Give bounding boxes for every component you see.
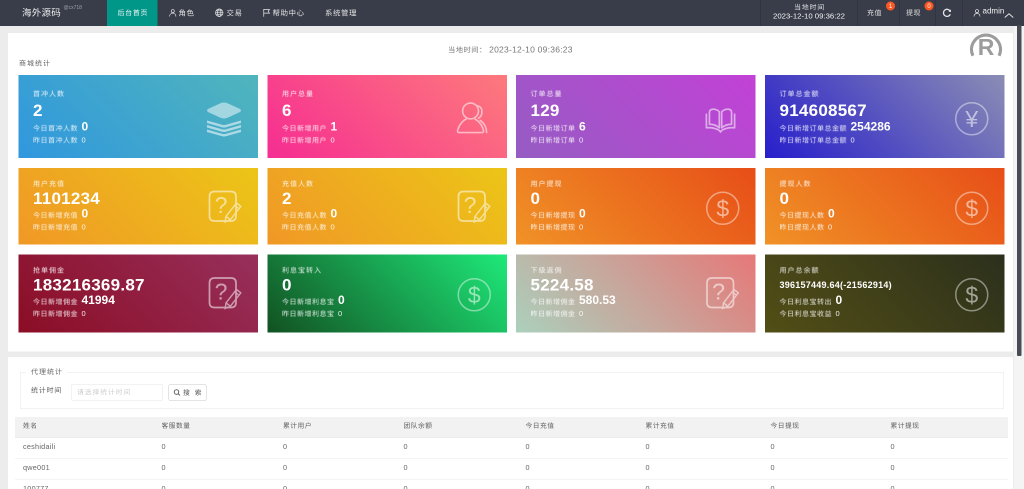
svg-text:?: ? xyxy=(215,192,228,218)
svg-text:?: ? xyxy=(712,279,725,305)
svg-text:?: ? xyxy=(464,192,477,218)
svg-text:?: ? xyxy=(215,279,228,305)
svg-text:R: R xyxy=(978,34,995,57)
